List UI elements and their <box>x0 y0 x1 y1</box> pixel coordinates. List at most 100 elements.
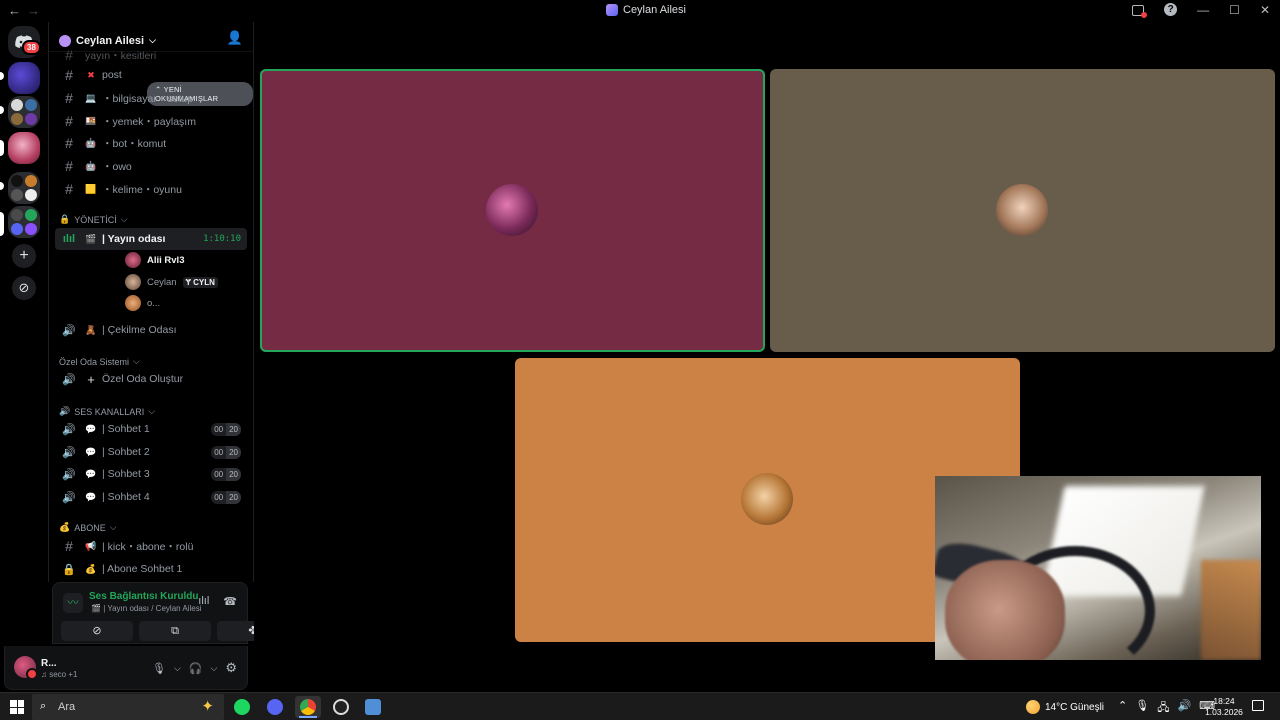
channel-name: Özel Oda Oluştur <box>102 373 184 385</box>
server-selected-indicator <box>0 140 4 156</box>
volume-icon[interactable]: 🔊 <box>1177 699 1191 718</box>
voice-user[interactable]: o... <box>125 293 160 313</box>
voice-channel-sohbet-3[interactable]: 🔊 💬 | Sohbet 3 00 20 <box>55 463 247 485</box>
voice-channel-sohbet-4[interactable]: 🔊 💬 | Sohbet 4 00 20 <box>55 486 247 508</box>
category-ozel-oda[interactable]: Özel Oda Sistemi ⌵ <box>59 356 140 367</box>
voice-user[interactable]: Ceylan Ɏ CYLN <box>125 272 218 292</box>
user-limit-badge: 00 20 <box>211 445 241 459</box>
weather-widget[interactable]: 14°C Güneşli <box>1026 700 1104 714</box>
chevron-down-icon[interactable]: ⌵ <box>211 663 218 674</box>
user-activity-text: seco +1 <box>49 670 78 679</box>
clock-time: 18:24 <box>1213 696 1235 706</box>
copilot-sparkle-icon[interactable]: ✦ <box>201 697 214 715</box>
voice-channel-sohbet-2[interactable]: 🔊 💬 | Sohbet 2 00 20 <box>55 441 247 463</box>
channel-name: | Abone Sohbet 1 <box>102 563 183 575</box>
server-unread-indicator <box>0 182 4 190</box>
channel-abone-sohbet-1[interactable]: 🔒 💰 | Abone Sohbet 1 <box>55 558 247 580</box>
taskbar-search[interactable]: ⌕ Ara ✦ <box>32 694 224 720</box>
minimize-button[interactable]: — <box>1197 3 1209 17</box>
hash-icon: # <box>65 113 73 129</box>
speaker-icon: 🔊 <box>62 468 76 481</box>
disconnect-icon[interactable]: ☎ <box>223 595 237 608</box>
participant-tile-speaking[interactable] <box>260 69 765 352</box>
camera-toggle-button[interactable]: ⊘ <box>61 621 133 641</box>
channel-partial[interactable]: # yayın・kesitleri <box>55 44 247 66</box>
chevron-down-icon[interactable]: ⌵ <box>174 663 181 674</box>
participant-avatar <box>486 184 538 236</box>
discord-app-icon[interactable] <box>262 696 288 718</box>
maximize-button[interactable]: ☐ <box>1229 3 1240 17</box>
add-server-icon[interactable]: + <box>12 244 36 268</box>
voice-user-name: Alii Rvl3 <box>147 254 185 266</box>
voice-status[interactable]: Ses Bağlantısı Kuruldu <box>89 591 198 602</box>
channel-bilgisayar-setup[interactable]: # 💻 ・bilgisayar・setup <box>55 87 247 109</box>
close-button[interactable]: ✕ <box>1260 3 1270 17</box>
channel-bot-komut[interactable]: # 🤖 ・bot・komut <box>55 132 247 154</box>
ceylan-ailesi-server-icon[interactable] <box>8 132 40 164</box>
chrome-icon[interactable] <box>295 696 321 718</box>
help-icon[interactable]: ? <box>1164 3 1178 16</box>
clapper-icon: 🎬 <box>91 604 101 613</box>
category-abone[interactable]: 💰 ABONE ⌵ <box>59 522 117 533</box>
money-bag-icon: 💰 <box>59 522 71 532</box>
gear-icon[interactable]: ⚙ <box>225 660 237 676</box>
channel-owo[interactable]: # 🤖 ・owo <box>55 155 247 177</box>
category-ses-kanallari[interactable]: 🔊 SES KANALLARI ⌵ <box>59 406 155 417</box>
app-icon[interactable] <box>360 696 386 718</box>
channel-name: | Çekilme Odası <box>102 324 177 336</box>
voice-location-text: | Yayın odası / Ceylan Ailesi <box>103 604 202 613</box>
user-activity: ♫ seco +1 <box>41 670 77 679</box>
server-folder-icon[interactable] <box>8 172 40 204</box>
channel-name: ・bot・komut <box>102 137 167 150</box>
voice-channel-cekilme[interactable]: 🔊 🧸 | Çekilme Odası <box>55 319 247 341</box>
voice-channel-ozel-oda-olustur[interactable]: 🔊 + Özel Oda Oluştur <box>55 368 247 390</box>
user-avatar[interactable] <box>14 656 38 680</box>
money-bag-icon: 💰 <box>85 563 97 574</box>
channel-yemek-paylasim[interactable]: # 🍱 ・yemek・paylaşım <box>55 110 247 132</box>
sunny-icon <box>1026 700 1040 714</box>
voice-channel-sohbet-1[interactable]: 🔊 💬 | Sohbet 1 00 20 <box>55 418 247 440</box>
channel-kelime-oyunu[interactable]: # 🟨 ・kelime・oyunu <box>55 178 247 200</box>
dm-unread-badge: 38 <box>22 40 41 55</box>
forward-arrow-icon[interactable]: → <box>27 3 46 18</box>
back-arrow-icon[interactable]: ← <box>8 3 27 18</box>
participant-tile[interactable] <box>770 69 1275 352</box>
noise-suppression-icon[interactable]: ılıl <box>198 595 209 608</box>
speech-bubble-icon: 💬 <box>85 446 97 457</box>
microphone-tray-icon[interactable]: 🎙 <box>1135 699 1149 718</box>
voice-user-name: Ceylan <box>147 276 177 288</box>
voice-user[interactable]: Alii Rvl3 <box>125 250 185 270</box>
server-icon[interactable] <box>8 62 40 94</box>
windows-start-icon[interactable] <box>10 700 24 714</box>
signal-icon[interactable]: 〰 <box>63 593 83 613</box>
clock[interactable]: 18:24 1.03.2026 <box>1204 696 1244 718</box>
network-icon[interactable]: 🖧 <box>1157 699 1169 718</box>
category-yonetici[interactable]: 🔒 YÖNETİCİ ⌵ <box>59 214 128 225</box>
call-timer: 1:10:10 <box>203 234 241 244</box>
share-screen-button[interactable]: ⧉ <box>139 621 211 641</box>
user-name[interactable]: R... <box>41 658 57 669</box>
speaker-icon: 🔊 <box>62 324 76 337</box>
inbox-icon[interactable] <box>1132 5 1148 18</box>
channel-post[interactable]: # ✖ post <box>55 64 247 86</box>
title-bar: ←→ Ceylan Ailesi ? — ☐ ✕ <box>0 0 1280 22</box>
window-title: Ceylan Ailesi <box>606 4 686 16</box>
server-folder-icon[interactable] <box>8 96 40 128</box>
channel-emoji: 🟨 <box>85 183 97 194</box>
channel-kick-abone-rolu[interactable]: # 📢 | kick・abone・rolü <box>55 535 247 557</box>
microphone-icon[interactable]: 🎙 <box>152 662 166 675</box>
taskbar: ⌕ Ara ✦ 14°C Güneşli ⌃ 🎙 🖧 🔊 ⌨ 18:24 1.0… <box>0 692 1280 720</box>
server-folder-icon[interactable] <box>8 206 40 238</box>
voice-channel-yayin-odasi[interactable]: ılıl 🎬 | Yayın odası 1:10:10 <box>55 228 247 250</box>
self-camera-preview[interactable] <box>935 476 1261 660</box>
chevron-up-icon[interactable]: ⌃ <box>1118 699 1127 718</box>
discover-icon[interactable]: ⊘ <box>12 276 36 300</box>
notification-icon[interactable] <box>1252 700 1264 711</box>
spotify-icon[interactable] <box>229 696 255 718</box>
weather-text: 14°C Güneşli <box>1045 701 1105 713</box>
voice-location[interactable]: 🎬 | Yayın odası / Ceylan Ailesi <box>91 604 201 613</box>
channel-emoji: ✖ <box>87 69 95 80</box>
hash-icon: # <box>65 158 73 174</box>
headphones-icon[interactable]: 🎧 <box>189 662 203 675</box>
obs-icon[interactable] <box>328 696 354 718</box>
